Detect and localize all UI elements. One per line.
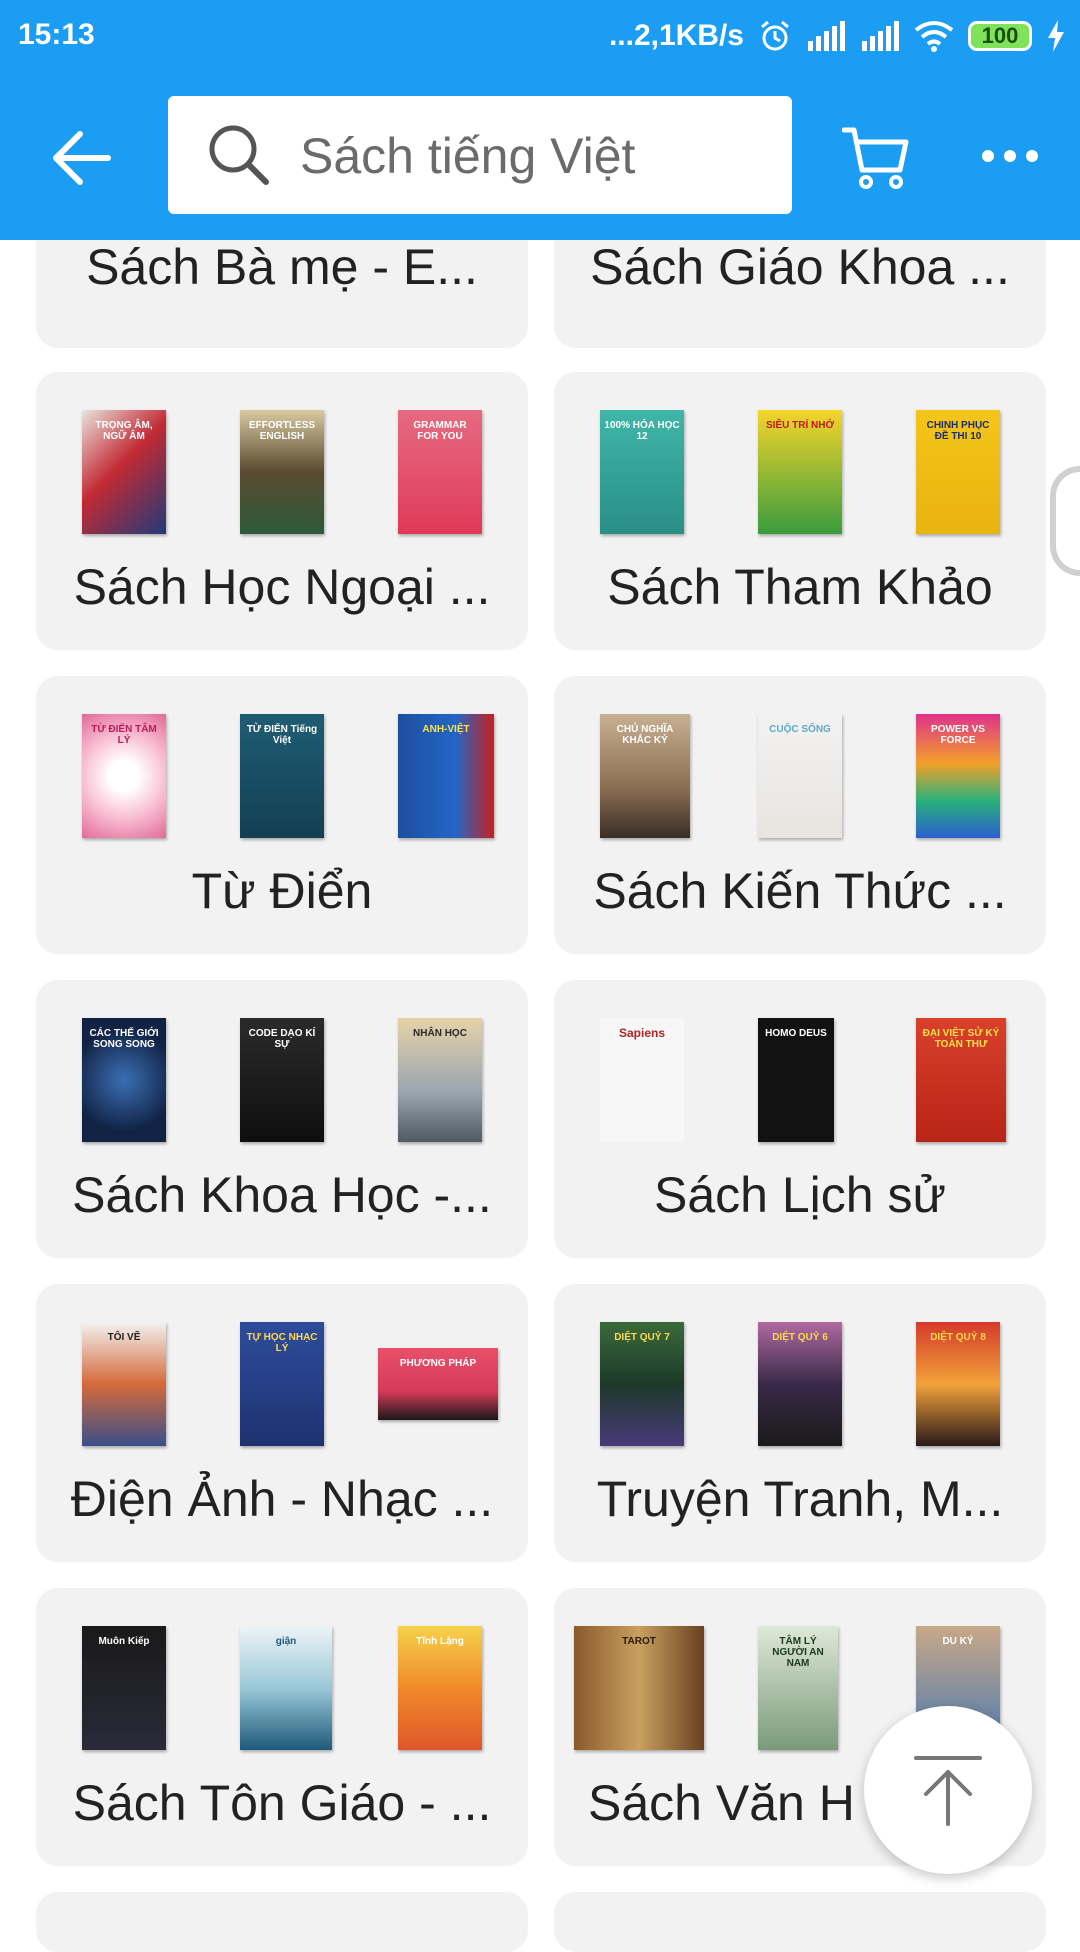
cart-icon[interactable] (842, 126, 910, 190)
category-label: Truyện Tranh, M... (596, 1471, 1004, 1527)
book-cover: CHINH PHỤC ĐỀ THI 10 (916, 410, 1000, 534)
status-indicators: ...2,1KB/s 100 (609, 16, 1066, 56)
search-icon (209, 125, 269, 185)
book-cover: Muôn Kiếp (82, 1626, 166, 1750)
arrow-up-icon (914, 1756, 982, 1826)
signal-icon (862, 21, 899, 51)
book-cover: CUỘC SỐNG (758, 714, 842, 838)
book-thumbnails: Sapiens HOMO DEUS ĐẠI VIỆT SỬ KÝ TOÀN TH… (554, 1018, 1046, 1150)
book-thumbnails: DIỆT QUỶ 7 DIỆT QUỶ 6 DIỆT QUỶ 8 (554, 1322, 1046, 1454)
book-cover: POWER VS FORCE (916, 714, 1000, 838)
network-speed: ...2,1KB/s (608, 19, 744, 52)
signal-icon (808, 21, 845, 51)
book-cover: Tĩnh Lặng (398, 1626, 482, 1750)
category-label: Sách Khoa Học -... (72, 1167, 492, 1223)
status-bar: 15:13 ...2,1KB/s 100 (0, 0, 1080, 72)
book-cover: TỰ HỌC NHẠC LÝ (240, 1322, 324, 1446)
category-card-dien-anh[interactable]: TÔI VẼ TỰ HỌC NHẠC LÝ PHƯƠNG PHÁP Điện Ả… (36, 1284, 528, 1562)
book-cover: ANH-VIỆT (398, 714, 494, 838)
book-cover: 100% HÓA HỌC 12 (600, 410, 684, 534)
book-cover: TỪ ĐIỂN Tiếng Việt (240, 714, 324, 838)
category-card-next[interactable] (554, 1892, 1046, 1952)
more-horizontal-icon[interactable] (980, 144, 1040, 168)
category-card-tham-khao[interactable]: 100% HÓA HỌC 12 SIÊU TRÍ NHỚ CHINH PHỤC … (554, 372, 1046, 650)
book-cover: CHỦ NGHĨA KHẮC KỶ (600, 714, 690, 838)
category-label: Sách Học Ngoại ... (73, 559, 491, 615)
alarm-icon (761, 20, 789, 51)
book-cover: HOMO DEUS (758, 1018, 834, 1142)
book-cover: ĐẠI VIỆT SỬ KÝ TOÀN THƯ (916, 1018, 1006, 1142)
book-cover: EFFORTLESS ENGLISH (240, 410, 324, 534)
book-cover: Sapiens (600, 1018, 684, 1142)
category-label: Sách Bà mẹ - E... (86, 239, 478, 295)
category-label: Từ Điển (191, 863, 373, 919)
app-header: 15:13 ...2,1KB/s 100 Sách tiếng Việt (0, 0, 1080, 240)
book-cover: CÁC THẾ GIỚI SONG SONG (82, 1018, 166, 1142)
book-cover: TÔI VẼ (82, 1322, 166, 1446)
book-cover: GRAMMAR FOR YOU (398, 410, 482, 534)
book-cover: TÂM LÝ NGƯỜI AN NAM (758, 1626, 838, 1750)
category-card-ba-me[interactable]: Sách Bà mẹ - E... (36, 224, 528, 348)
book-thumbnails: CÁC THẾ GIỚI SONG SONG CODE DẠO KÍ SỰ NH… (36, 1018, 528, 1150)
book-cover: CODE DẠO KÍ SỰ (240, 1018, 324, 1142)
category-card-ton-giao[interactable]: Muôn Kiếp giận Tĩnh Lặng Sách Tôn Giáo -… (36, 1588, 528, 1866)
book-cover: DIỆT QUỶ 7 (600, 1322, 684, 1446)
scrollbar-handle[interactable] (1050, 466, 1080, 576)
charging-icon (1048, 20, 1064, 52)
category-card-tu-dien[interactable]: TỪ ĐIỂN TÂM LÝ TỪ ĐIỂN Tiếng Việt ANH-VI… (36, 676, 528, 954)
category-label: Sách Tôn Giáo - ... (72, 1775, 492, 1831)
category-card-lich-su[interactable]: Sapiens HOMO DEUS ĐẠI VIỆT SỬ KÝ TOÀN TH… (554, 980, 1046, 1258)
book-cover: DIỆT QUỶ 8 (916, 1322, 1000, 1446)
book-cover: giận (240, 1626, 332, 1750)
category-label: Sách Giáo Khoa ... (590, 239, 1010, 295)
book-thumbnails: 100% HÓA HỌC 12 SIÊU TRÍ NHỚ CHINH PHỤC … (554, 410, 1046, 542)
status-time: 15:13 (18, 18, 95, 51)
book-thumbnails: TỪ ĐIỂN TÂM LÝ TỪ ĐIỂN Tiếng Việt ANH-VI… (36, 714, 528, 846)
arrow-left-icon[interactable] (52, 128, 112, 188)
book-cover: TỪ ĐIỂN TÂM LÝ (82, 714, 166, 838)
book-thumbnails: CHỦ NGHĨA KHẮC KỶ CUỘC SỐNG POWER VS FOR… (554, 714, 1046, 846)
book-cover: SIÊU TRÍ NHỚ (758, 410, 842, 534)
book-cover: TAROT (574, 1626, 704, 1750)
category-card-giao-khoa[interactable]: Sách Giáo Khoa ... (554, 224, 1046, 348)
book-cover: PHƯƠNG PHÁP (378, 1348, 498, 1420)
category-card-khoa-hoc[interactable]: CÁC THẾ GIỚI SONG SONG CODE DẠO KÍ SỰ NH… (36, 980, 528, 1258)
book-thumbnails: Muôn Kiếp giận Tĩnh Lặng (36, 1626, 528, 1758)
category-grid: Sách Bà mẹ - E... Sách Giáo Khoa ... TRỌ… (0, 0, 1080, 1952)
scroll-to-top-button[interactable] (864, 1706, 1032, 1874)
category-label: Sách Tham Khảo (607, 559, 993, 615)
wifi-icon (914, 21, 954, 52)
battery-icon: 100 (968, 21, 1032, 51)
category-card-truyen-tranh[interactable]: DIỆT QUỶ 7 DIỆT QUỶ 6 DIỆT QUỶ 8 Truyện … (554, 1284, 1046, 1562)
category-label: Điện Ảnh - Nhạc ... (70, 1471, 494, 1527)
book-cover: TRỌNG ÂM, NGỮ ÂM (82, 410, 166, 534)
category-card-next[interactable] (36, 1892, 528, 1952)
book-cover: DIỆT QUỶ 6 (758, 1322, 842, 1446)
category-card-kien-thuc[interactable]: CHỦ NGHĨA KHẮC KỶ CUỘC SỐNG POWER VS FOR… (554, 676, 1046, 954)
book-thumbnails: TÔI VẼ TỰ HỌC NHẠC LÝ PHƯƠNG PHÁP (36, 1322, 528, 1454)
book-cover: NHÂN HỌC (398, 1018, 482, 1142)
category-label: Sách Kiến Thức ... (593, 863, 1007, 919)
category-card-ngoai-ngu[interactable]: TRỌNG ÂM, NGỮ ÂM EFFORTLESS ENGLISH GRAM… (36, 372, 528, 650)
book-thumbnails: TRỌNG ÂM, NGỮ ÂM EFFORTLESS ENGLISH GRAM… (36, 410, 528, 542)
search-input[interactable] (298, 118, 772, 194)
category-label: Sách Lịch sử (654, 1167, 946, 1223)
search-bar[interactable] (168, 96, 792, 214)
